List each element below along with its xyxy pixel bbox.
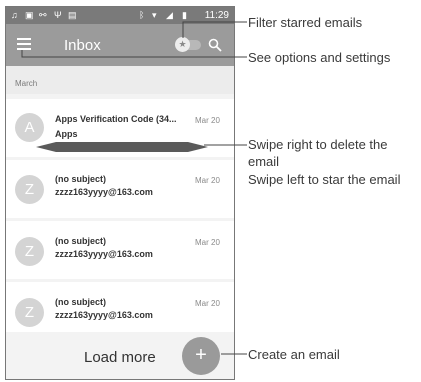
- callout-swipe-right-cont: email: [248, 154, 280, 169]
- callout-swipe-right: Swipe right to delete the: [248, 137, 388, 152]
- callout-swipe-left: Swipe left to star the email: [248, 172, 401, 187]
- callout-create-email: Create an email: [248, 347, 340, 362]
- callout-filter-starred: Filter starred emails: [248, 15, 363, 30]
- callout-options-settings: See options and settings: [248, 50, 391, 65]
